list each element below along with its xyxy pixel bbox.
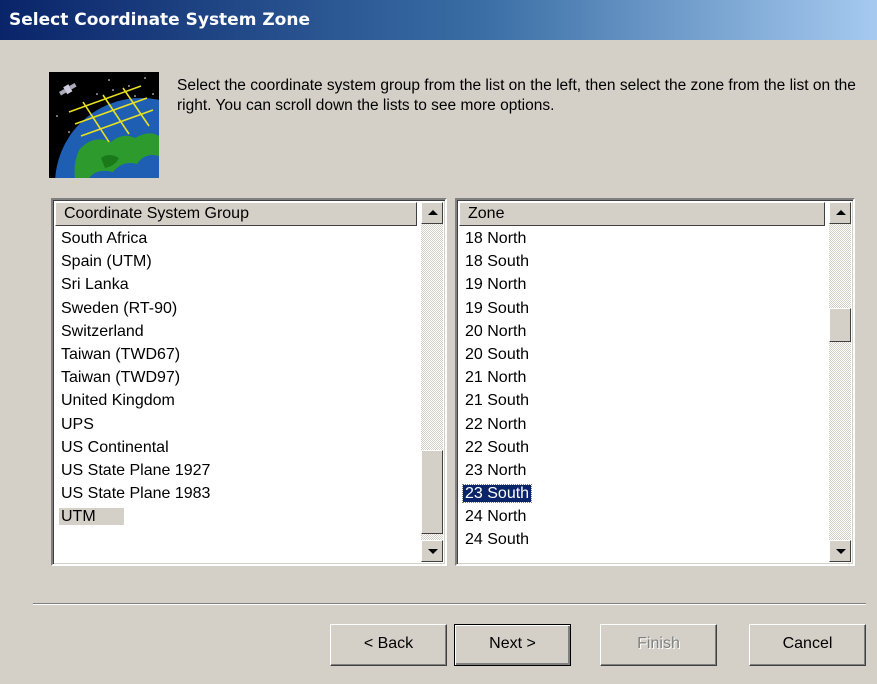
list-item[interactable]: US State Plane 1983 (55, 482, 210, 505)
scroll-up-arrow-icon (836, 210, 846, 215)
list-item[interactable]: 22 South (459, 436, 531, 459)
separator-line (33, 603, 866, 605)
back-button[interactable]: < Back (330, 624, 447, 666)
group-listbox[interactable]: Coordinate System Group South Africa Spa… (51, 198, 447, 566)
zone-rows: 18 North 18 South 19 North 19 South 20 N… (459, 227, 533, 552)
list-item[interactable]: United Kingdom (55, 389, 210, 412)
list-item[interactable]: 18 North (459, 227, 531, 250)
list-item[interactable]: US Continental (55, 436, 210, 459)
list-item[interactable]: 20 North (459, 320, 531, 343)
list-item[interactable]: 24 North (459, 505, 531, 528)
scroll-thumb[interactable] (421, 450, 443, 534)
list-item[interactable]: 21 South (459, 389, 531, 412)
scroll-up-arrow-icon (428, 210, 438, 215)
scroll-down-button[interactable] (829, 540, 851, 562)
list-item[interactable]: 19 South (459, 297, 531, 320)
next-button[interactable]: Next > (454, 624, 571, 666)
list-item[interactable]: US State Plane 1927 (55, 459, 210, 482)
group-column-header[interactable]: Coordinate System Group (55, 202, 417, 226)
list-item[interactable]: 20 South (459, 343, 531, 366)
list-item[interactable]: 21 North (459, 366, 531, 389)
list-item[interactable]: South Africa (55, 227, 210, 250)
zone-listbox[interactable]: Zone 18 North 18 South 19 North 19 South… (455, 198, 855, 566)
group-rows: South Africa Spain (UTM) Sri Lanka Swede… (55, 227, 210, 528)
list-item[interactable]: Taiwan (TWD97) (55, 366, 210, 389)
scroll-thumb[interactable] (829, 308, 851, 342)
list-item[interactable]: Switzerland (55, 320, 210, 343)
list-item[interactable]: 18 South (459, 250, 531, 273)
title-bar: Select Coordinate System Zone (0, 0, 877, 40)
list-item[interactable]: Sweden (RT-90) (55, 297, 210, 320)
list-item[interactable]: Sri Lanka (55, 273, 210, 296)
instruction-text: Select the coordinate system group from … (177, 77, 856, 114)
zone-column-header[interactable]: Zone (459, 202, 825, 226)
list-item[interactable]: Taiwan (TWD67) (55, 343, 210, 366)
globe-satellite-icon (49, 72, 159, 178)
list-item[interactable]: 23 North (459, 459, 531, 482)
list-item[interactable]: UPS (55, 413, 210, 436)
scroll-up-button[interactable] (829, 202, 851, 224)
group-scrollbar[interactable] (421, 202, 443, 562)
list-item[interactable]: 24 South (459, 528, 531, 551)
scroll-down-arrow-icon (428, 549, 438, 554)
list-item[interactable]: 22 North (459, 413, 531, 436)
scroll-down-arrow-icon (836, 549, 846, 554)
list-item[interactable]: Spain (UTM) (55, 250, 210, 273)
window-title: Select Coordinate System Zone (9, 10, 310, 30)
scroll-up-button[interactable] (421, 202, 443, 224)
zone-scrollbar[interactable] (829, 202, 851, 562)
cancel-button[interactable]: Cancel (749, 624, 866, 666)
list-item-selected[interactable]: 23 South (459, 482, 533, 505)
scroll-down-button[interactable] (421, 540, 443, 562)
finish-button: Finish (600, 624, 717, 666)
list-item[interactable]: 19 North (459, 273, 531, 296)
list-item-selected[interactable]: UTM (55, 505, 210, 528)
